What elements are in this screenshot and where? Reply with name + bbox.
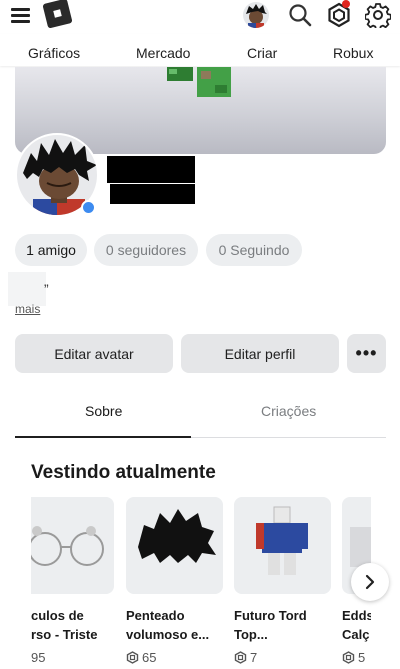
robux-icon (234, 651, 247, 664)
item-name-line: Calç (342, 627, 370, 642)
top-bar (0, 0, 400, 34)
about-text-placeholder (8, 272, 46, 306)
item-price: 95 (31, 650, 45, 665)
item-thumbnail[interactable] (234, 497, 331, 594)
item-price: 65 (126, 650, 156, 665)
roblox-logo-icon[interactable] (42, 0, 73, 29)
read-more-link[interactable]: mais (15, 302, 40, 316)
nav-item-marketplace[interactable]: Mercado (136, 45, 190, 61)
menu-icon[interactable] (11, 8, 30, 23)
following-count-pill[interactable]: 0 Seguindo (206, 234, 302, 266)
about-quote-mark: ” (44, 281, 49, 297)
item-name-line: Edds (342, 608, 371, 623)
item-name-line: Futuro Tord (234, 608, 307, 623)
avatar-feet-image (167, 67, 231, 97)
item-price-value: 7 (250, 650, 258, 665)
item-name: Penteado volumoso e... (126, 606, 223, 644)
item-price-value: 65 (142, 650, 157, 665)
followers-count-pill[interactable]: 0 seguidores (94, 234, 198, 266)
tab-creations[interactable]: Criações (261, 403, 316, 419)
edit-avatar-button[interactable]: Editar avatar (15, 334, 173, 373)
item-price: 5 (342, 650, 371, 665)
item-price-value: 95 (31, 650, 46, 665)
item-name: Futuro Tord Top... (234, 606, 331, 644)
currently-wearing-title: Vestindo atualmente (31, 462, 216, 483)
item-name: Edds Calç (342, 606, 371, 644)
more-options-button[interactable]: ••• (347, 334, 386, 373)
nav-item-charts[interactable]: Gráficos (28, 45, 80, 61)
item-name-line: Top... (234, 627, 268, 642)
edit-profile-label: Editar perfil (224, 345, 296, 362)
gear-icon[interactable] (365, 2, 391, 28)
item-name-line: culos de (31, 608, 84, 623)
robux-icon (342, 651, 355, 664)
robux-icon (126, 651, 139, 664)
more-dots-icon: ••• (355, 343, 378, 363)
edit-avatar-label: Editar avatar (54, 345, 134, 362)
nav-item-create[interactable]: Criar (247, 45, 277, 61)
item-name-line: rso - Triste (31, 627, 98, 642)
item-thumbnail[interactable] (31, 497, 114, 594)
item-name: culos de rso - Triste (31, 606, 114, 644)
redacted-username (110, 184, 195, 204)
item-price-value: 5 (358, 650, 366, 665)
nav-item-robux[interactable]: Robux (333, 45, 373, 61)
online-status-dot (81, 200, 96, 215)
carousel-next-button[interactable] (351, 563, 389, 601)
item-name-line: volumoso e... (126, 627, 210, 642)
tab-about[interactable]: Sobre (85, 403, 122, 419)
item-thumbnail[interactable] (126, 497, 223, 594)
item-name-line: Penteado (126, 608, 185, 623)
main-nav: Gráficos Mercado Criar Robux (0, 34, 400, 66)
user-avatar-thumbnail[interactable] (243, 2, 269, 28)
search-icon[interactable] (287, 2, 313, 28)
item-price: 7 (234, 650, 257, 665)
edit-profile-button[interactable]: Editar perfil (181, 334, 339, 373)
friends-count-pill[interactable]: 1 amigo (15, 234, 87, 266)
active-tab-indicator (15, 436, 191, 438)
redacted-display-name (107, 156, 195, 183)
notification-dot (342, 0, 350, 8)
chevron-right-icon (365, 574, 375, 590)
